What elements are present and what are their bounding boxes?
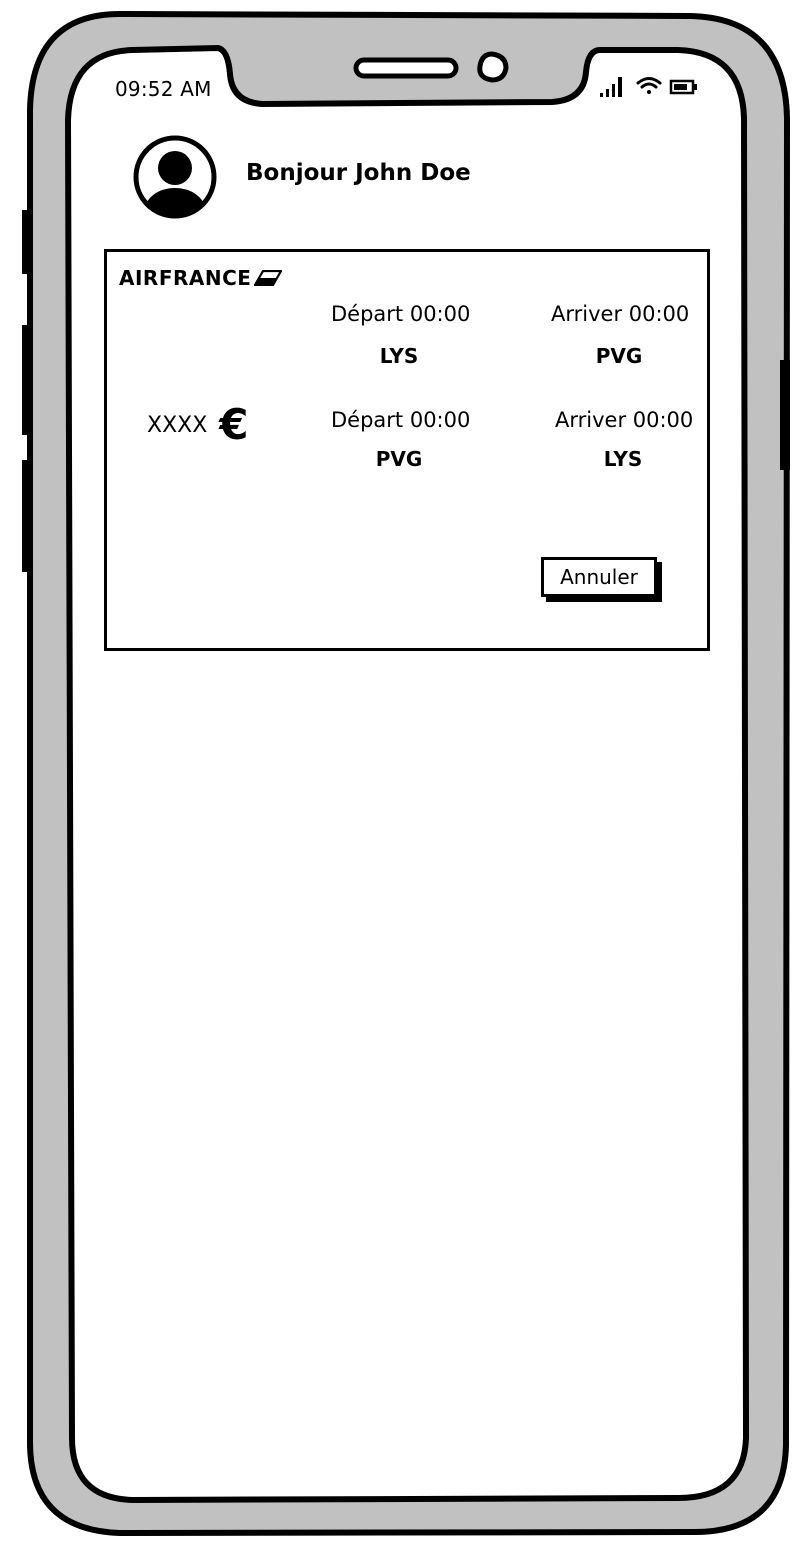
booking-card[interactable]: AIRFRANCE Départ 00:00 Arriver 00:00 LYS… <box>104 249 710 651</box>
cancel-button[interactable]: Annuler <box>541 557 657 597</box>
phone-frame <box>22 10 791 1537</box>
return-origin-code: PVG <box>375 447 423 471</box>
airline-stripe-icon <box>254 270 283 286</box>
outbound-origin-code: LYS <box>379 344 419 368</box>
user-avatar-icon[interactable] <box>132 134 218 220</box>
outbound-destination-code: PVG <box>595 344 643 368</box>
airline-logo: AIRFRANCE <box>119 266 283 290</box>
price: XXXX € <box>147 404 249 446</box>
return-destination-code: LYS <box>603 447 643 471</box>
euro-icon: € <box>219 400 249 449</box>
outbound-arrival-time: Arriver 00:00 <box>551 302 690 326</box>
return-departure-time: Départ 00:00 <box>331 408 471 432</box>
signal-icon <box>600 77 622 97</box>
greeting-text: Bonjour John Doe <box>246 160 471 186</box>
status-time: 09:52 AM <box>115 77 212 101</box>
status-icons <box>600 77 697 97</box>
battery-icon <box>669 79 697 95</box>
outbound-departure-time: Départ 00:00 <box>331 302 471 326</box>
price-amount: XXXX <box>147 412 208 438</box>
wifi-icon <box>636 77 662 94</box>
airline-name: AIRFRANCE <box>119 266 252 290</box>
return-arrival-time: Arriver 00:00 <box>555 408 694 432</box>
